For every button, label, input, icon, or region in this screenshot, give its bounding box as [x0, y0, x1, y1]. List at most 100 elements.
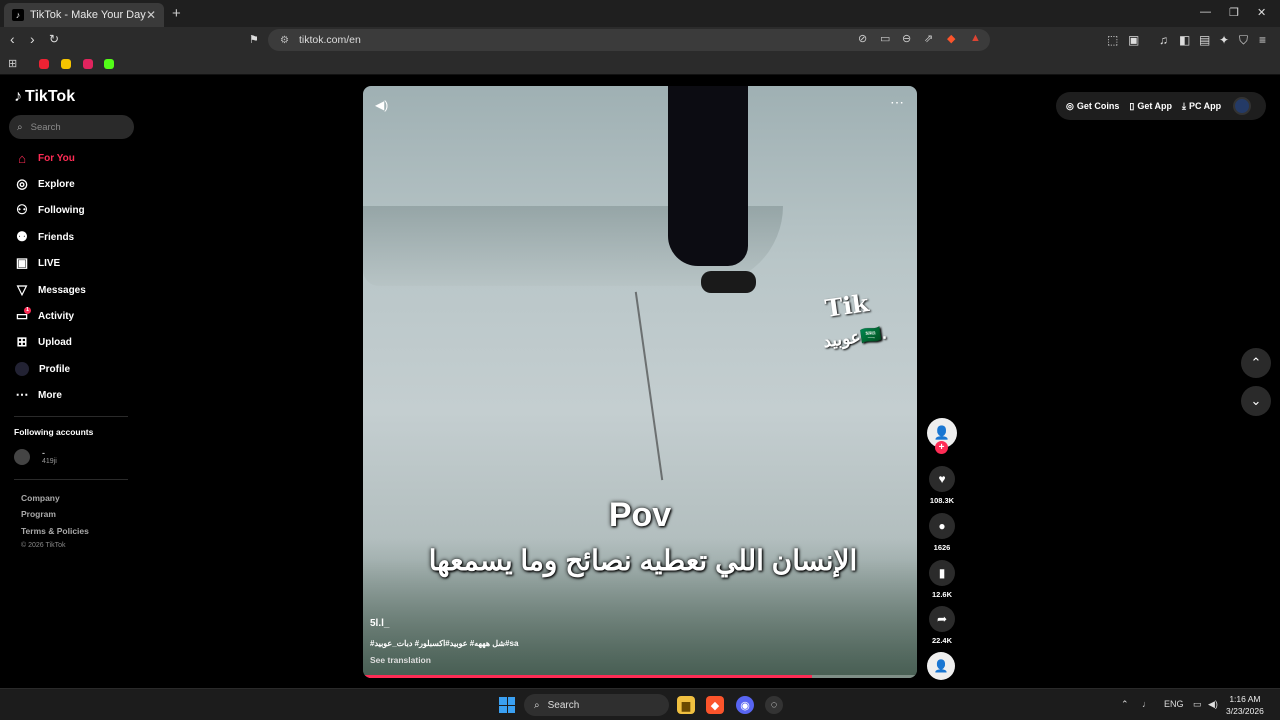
brave-rewards-icon[interactable]: ▲: [970, 32, 981, 44]
video-progress-bar[interactable]: [363, 675, 917, 678]
screenshot-icon[interactable]: ▣: [1128, 33, 1139, 47]
leo-ai-icon[interactable]: ✦: [1219, 33, 1229, 47]
bookmark-icon[interactable]: [83, 59, 93, 69]
minimize-button[interactable]: —: [1200, 6, 1211, 18]
windows-start-icon[interactable]: [499, 697, 515, 713]
search-input[interactable]: ⌕ Search: [9, 115, 134, 139]
close-window-button[interactable]: ✕: [1257, 6, 1266, 19]
live-icon: ▣: [15, 255, 29, 270]
video-scene: [668, 86, 748, 266]
following-icon: ⚇: [16, 202, 28, 217]
sound-avatar[interactable]: 👤: [927, 652, 955, 680]
kick-bookmark-icon[interactable]: [104, 59, 114, 69]
nav-more[interactable]: ⋯ More: [14, 385, 62, 405]
back-icon[interactable]: ‹: [10, 31, 15, 47]
nav-for-you[interactable]: ⌂ For You: [14, 148, 75, 168]
extensions-icon[interactable]: ⬚: [1107, 33, 1118, 47]
app-icon[interactable]: ◌: [765, 696, 783, 714]
menu-icon[interactable]: ≡: [1259, 33, 1266, 47]
pc-app-button[interactable]: ⤓ PC App: [1182, 101, 1221, 112]
coin-icon: ◎: [1066, 100, 1074, 111]
apps-grid-icon[interactable]: ⊞: [8, 57, 17, 70]
file-explorer-icon[interactable]: ▆: [677, 696, 695, 714]
sidebar-icon[interactable]: ◧: [1179, 33, 1190, 47]
taskbar-search[interactable]: ⌕ Search: [524, 694, 669, 716]
share-icon[interactable]: ⇗: [924, 32, 933, 45]
vpn-icon[interactable]: ⛉: [1239, 33, 1248, 48]
share-button[interactable]: ➦ 22.4K: [928, 606, 956, 645]
clock-date: 3/23/2026: [1226, 706, 1264, 716]
tiktok-logo[interactable]: ♪ TikTok: [14, 88, 75, 106]
wallet-icon[interactable]: ▤: [1199, 33, 1210, 47]
browser-tab[interactable]: ♪ TikTok - Make Your Day ✕: [4, 3, 164, 27]
nav-activity[interactable]: ▭ 1 Activity: [14, 306, 74, 326]
forward-icon[interactable]: ›: [30, 31, 35, 47]
chevron-up-icon[interactable]: ⌃: [1121, 699, 1129, 710]
no-tracking-icon[interactable]: ⊘: [858, 32, 867, 45]
volume-icon[interactable]: ◀): [375, 98, 388, 112]
zoom-icon[interactable]: ⊖: [902, 32, 911, 45]
comment-icon: ●: [929, 513, 955, 539]
video-scene: [634, 291, 664, 481]
top-actions-bar: ◎ Get Coins ▯ Get App ⤓ PC App: [1056, 92, 1266, 120]
next-video-button[interactable]: ⌄: [1241, 386, 1271, 416]
avatar[interactable]: [1233, 97, 1252, 115]
bookmark-icon[interactable]: ⚑: [249, 33, 259, 46]
youtube-bookmark-icon[interactable]: [39, 59, 49, 69]
see-translation-link[interactable]: See translation: [370, 655, 431, 665]
site-info-icon[interactable]: ⚙: [280, 35, 289, 46]
following-account-item[interactable]: - 419ji: [14, 448, 57, 465]
browser-toolbar: ‹ › ↻ ⚑ ⚙ tiktok.com/en ⊘ ▭ ⊖ ⇗ ◆ ▲ ⬚ ▣ …: [0, 27, 1280, 53]
brave-browser-icon[interactable]: ◆: [706, 696, 724, 714]
nav-explore[interactable]: ◎ Explore: [14, 174, 74, 194]
download-icon: ⤓: [1182, 100, 1186, 111]
heart-icon: ♥: [929, 466, 955, 492]
comment-button[interactable]: ● 1626: [928, 513, 956, 552]
bookmark-icon: ▮: [929, 560, 955, 586]
brave-shield-icon[interactable]: ◆: [947, 32, 955, 45]
get-coins-button[interactable]: ◎ Get Coins: [1066, 101, 1119, 112]
footer-link-company[interactable]: Company: [21, 493, 60, 503]
search-icon: ⌕: [534, 699, 540, 711]
restore-button[interactable]: ❐: [1229, 6, 1239, 19]
video-hashtags[interactable]: #شل هههه# عوبيد#اكسبلور# دبات_عوبيد#sa: [370, 639, 518, 648]
microphone-icon[interactable]: ♩: [1142, 699, 1151, 709]
footer-link-terms[interactable]: Terms & Policies: [21, 526, 89, 536]
account-name: -: [42, 448, 45, 458]
video-author[interactable]: 5l.l_: [370, 618, 389, 629]
reload-icon[interactable]: ↻: [49, 32, 59, 46]
tab-close-icon[interactable]: ✕: [146, 8, 156, 22]
nav-profile[interactable]: Profile: [14, 359, 70, 379]
video-player[interactable]: ◀) ⋯ Tik عوبيد🇸🇦. Pov الإنسان اللي تعطيه…: [363, 86, 917, 678]
discord-icon[interactable]: ◉: [736, 696, 754, 714]
like-button[interactable]: ♥ 108.3K: [928, 466, 956, 505]
volume-icon[interactable]: ◀): [1208, 699, 1218, 710]
get-app-button[interactable]: ▯ Get App: [1129, 101, 1172, 112]
nav-live[interactable]: ▣ LIVE: [14, 253, 60, 273]
media-icon[interactable]: ♫: [1159, 33, 1168, 47]
follow-plus-button[interactable]: +: [935, 441, 948, 454]
previous-video-button[interactable]: ⌃: [1241, 348, 1271, 378]
network-icon[interactable]: ▭: [1193, 699, 1202, 710]
compass-icon: ◎: [16, 176, 28, 191]
nav-messages[interactable]: ▽ Messages: [14, 280, 86, 300]
footer-link-program[interactable]: Program: [21, 509, 56, 519]
following-accounts-heading: Following accounts: [14, 427, 94, 437]
nav-upload[interactable]: ⊞ Upload: [14, 332, 72, 352]
nav-friends[interactable]: ⚉ Friends: [14, 227, 74, 247]
bookmark-button[interactable]: ▮ 12.6K: [928, 560, 956, 599]
language-indicator[interactable]: ENG: [1164, 699, 1184, 709]
video-caption-arabic: الإنسان اللي تعطيه نصائح وما يسمعها: [428, 545, 858, 576]
share-count: 22.4K: [931, 636, 952, 645]
cast-icon[interactable]: ▭: [880, 32, 890, 45]
tiktok-favicon-icon: ♪: [12, 9, 24, 21]
comment-count: 1626: [933, 543, 951, 552]
share-icon: ➦: [929, 606, 955, 632]
video-scene: [701, 271, 756, 293]
more-options-icon[interactable]: ⋯: [890, 94, 905, 111]
system-clock[interactable]: 1:16 AM 3/23/2026: [1226, 693, 1264, 717]
nav-following[interactable]: ⚇ Following: [14, 200, 84, 220]
bookmark-icon[interactable]: [61, 59, 71, 69]
new-tab-button[interactable]: +: [172, 5, 181, 22]
bookmark-count: 12.6K: [931, 590, 952, 599]
